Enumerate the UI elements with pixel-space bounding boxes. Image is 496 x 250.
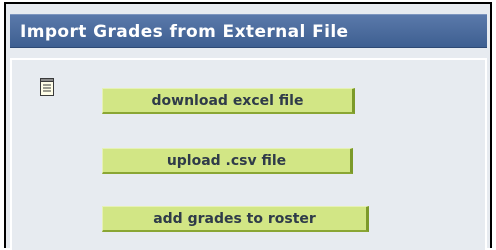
upload-csv-file-label: upload .csv file (166, 152, 287, 169)
download-excel-file-label: download excel file (151, 92, 304, 109)
notepad-icon (40, 78, 54, 96)
panel-title: Import Grades from External File (20, 22, 349, 42)
download-excel-file-button[interactable]: download excel file (102, 88, 355, 114)
upload-csv-file-button[interactable]: upload .csv file (102, 148, 353, 174)
panel-header: Import Grades from External File (10, 14, 487, 48)
add-grades-to-roster-label: add grades to roster (153, 210, 316, 227)
add-grades-to-roster-button[interactable]: add grades to roster (102, 206, 369, 232)
